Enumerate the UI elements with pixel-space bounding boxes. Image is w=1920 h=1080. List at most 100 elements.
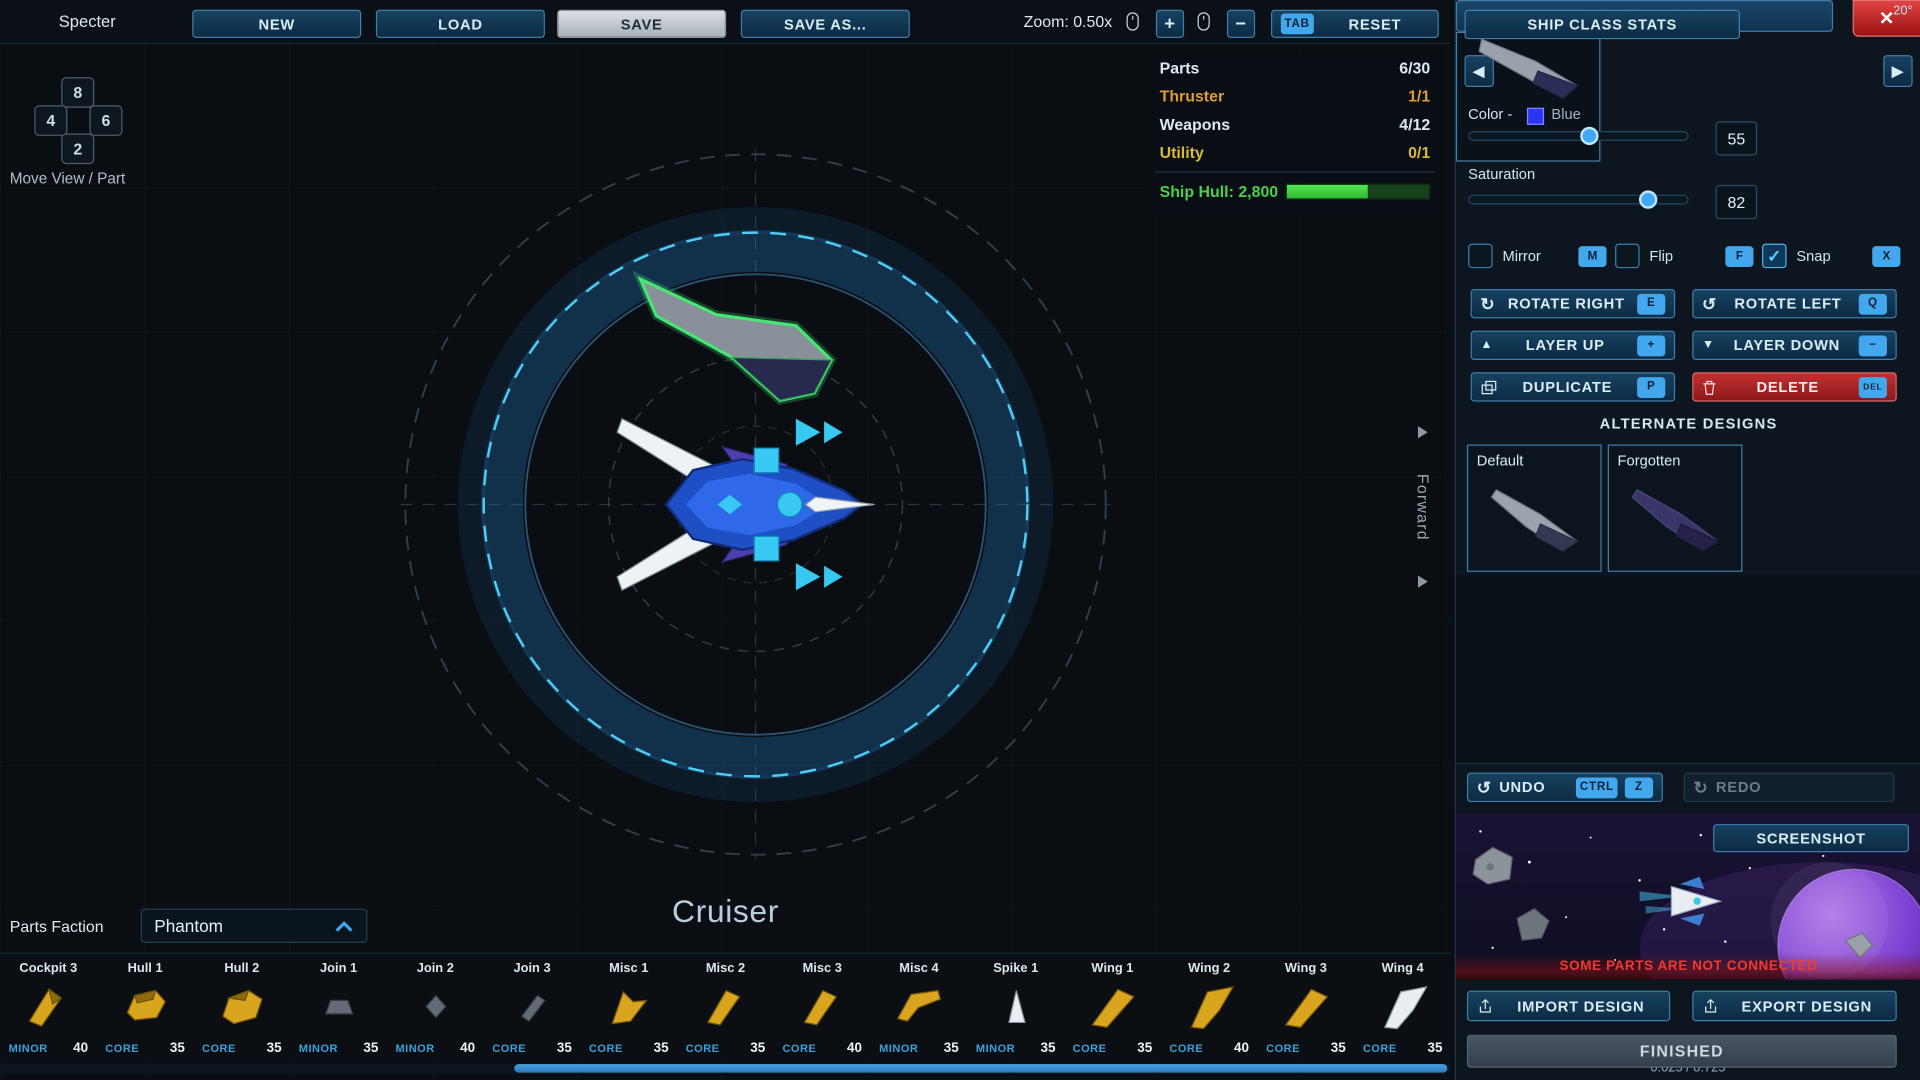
new-button[interactable]: NEW <box>192 10 361 38</box>
part-cost: 35 <box>750 1041 765 1056</box>
mouse-icon <box>1125 11 1140 32</box>
rotate-left-button[interactable]: ↺ ROTATE LEFT Q <box>1692 289 1896 318</box>
layer-up-button[interactable]: ▲ LAYER UP + <box>1471 331 1675 360</box>
color-swatch[interactable] <box>1527 108 1544 125</box>
saturation-label: Saturation <box>1468 165 1535 182</box>
part-tile-misc-4[interactable]: Misc 4MINOR35 <box>871 954 968 1063</box>
stat-row-weapons: Weapons 4/12 <box>1145 110 1445 138</box>
spike-part-icon <box>967 978 1064 1034</box>
part-name: Wing 2 <box>1161 961 1258 976</box>
stat-value: 0/1 <box>1408 143 1430 161</box>
part-badge: MINOR <box>879 1042 918 1054</box>
key-down-2: 2 <box>61 133 94 164</box>
hue-value: 55 <box>1716 121 1758 155</box>
design-thumb-default[interactable]: Default <box>1467 444 1602 571</box>
forward-label: Forward <box>1414 473 1432 540</box>
part-tile-misc-3[interactable]: Misc 3CORE40 <box>774 954 871 1063</box>
part-tile-misc-2[interactable]: Misc 2CORE35 <box>677 954 774 1063</box>
misc-part-icon <box>580 978 677 1034</box>
reset-view-button[interactable]: TAB RESET <box>1271 10 1439 38</box>
part-tile-misc-1[interactable]: Misc 1CORE35 <box>580 954 677 1063</box>
misc4-part-icon <box>871 978 968 1034</box>
editor-side-panel: SHIP CLASS STATS ✕ ◀ SLOT: WING 4 ▶ Colo… <box>1455 0 1920 1080</box>
part-tile-hull-2[interactable]: Hull 2CORE35 <box>193 954 290 1063</box>
join2-part-icon <box>387 978 484 1034</box>
part-cost: 40 <box>1234 1041 1249 1056</box>
part-tile-cockpit-3[interactable]: Cockpit 3MINOR40 <box>0 954 97 1063</box>
layer-up-label: LAYER UP <box>1501 337 1630 354</box>
part-badge: CORE <box>1073 1042 1107 1054</box>
part-tile-join-3[interactable]: Join 3CORE35 <box>484 954 581 1063</box>
selected-part-wing-4[interactable] <box>640 279 831 400</box>
undo-icon: ↺ <box>1477 779 1492 796</box>
part-meta: CORE40 <box>774 1041 871 1056</box>
delete-button[interactable]: DELETE DEL <box>1692 372 1896 401</box>
layer-down-label: LAYER DOWN <box>1722 337 1851 354</box>
part-cost: 35 <box>1137 1041 1152 1056</box>
trash-icon <box>1702 379 1717 395</box>
part-badge: CORE <box>492 1042 526 1054</box>
load-button[interactable]: LOAD <box>376 10 545 38</box>
misc2-part-icon <box>774 978 871 1034</box>
part-tile-wing-1[interactable]: Wing 1CORE35 <box>1064 954 1161 1063</box>
part-cost: 35 <box>363 1041 378 1056</box>
redo-button[interactable]: ↻ REDO <box>1684 773 1895 802</box>
flip-label: Flip <box>1649 247 1673 264</box>
parts-scrollbar-thumb[interactable] <box>514 1064 1447 1073</box>
import-label: IMPORT DESIGN <box>1501 997 1660 1014</box>
mirror-checkbox[interactable] <box>1468 244 1492 268</box>
ship-render[interactable] <box>617 419 874 590</box>
parts-list: Cockpit 3MINOR40Hull 1CORE35Hull 2CORE35… <box>0 953 1451 1063</box>
layer-down-button[interactable]: ▼ LAYER DOWN − <box>1692 331 1896 360</box>
hue-slider-handle[interactable] <box>1580 127 1598 145</box>
stat-row-utility: Utility 0/1 <box>1145 138 1445 166</box>
parts-not-connected-warning: SOME PARTS ARE NOT CONNECTED <box>1456 953 1920 980</box>
part-cost: 35 <box>557 1041 572 1056</box>
parts-faction-dropdown[interactable]: Phantom <box>141 909 368 943</box>
duplicate-button[interactable]: DUPLICATE P <box>1471 372 1675 401</box>
hull-label: Ship Hull: 2,800 <box>1160 182 1279 200</box>
saturation-slider[interactable] <box>1468 195 1688 205</box>
part-tile-join-1[interactable]: Join 1MINOR35 <box>290 954 387 1063</box>
part-cost: 35 <box>267 1041 282 1056</box>
key-left-4: 4 <box>34 105 67 136</box>
build-stats-panel: Parts 6/30 Thruster 1/1 Weapons 4/12 Uti… <box>1145 51 1445 215</box>
part-cost: 40 <box>73 1041 88 1056</box>
part-cost: 35 <box>1041 1041 1056 1056</box>
rotate-right-button[interactable]: ↻ ROTATE RIGHT E <box>1471 289 1675 318</box>
zoom-out-button[interactable]: − <box>1227 10 1255 38</box>
part-tile-wing-3[interactable]: Wing 3CORE35 <box>1258 954 1355 1063</box>
panel-spacer <box>1456 576 1920 763</box>
screenshot-button[interactable]: SCREENSHOT <box>1713 824 1909 852</box>
saturation-slider-handle[interactable] <box>1639 190 1657 208</box>
zoom-in-button[interactable]: + <box>1156 10 1184 38</box>
flip-checkbox[interactable] <box>1615 244 1639 268</box>
export-design-button[interactable]: EXPORT DESIGN <box>1692 991 1896 1022</box>
slot-next-button[interactable]: ▶ <box>1883 55 1912 87</box>
parts-scrollbar[interactable] <box>0 1063 1451 1074</box>
snap-checkbox[interactable]: ✓ <box>1762 244 1786 268</box>
part-tile-wing-4[interactable]: Wing 4CORE35 <box>1354 954 1451 1063</box>
hue-slider[interactable] <box>1468 131 1688 141</box>
part-tile-hull-1[interactable]: Hull 1CORE35 <box>97 954 194 1063</box>
part-tile-spike-1[interactable]: Spike 1MINOR35 <box>967 954 1064 1063</box>
delete-key-badge: DEL <box>1859 377 1887 398</box>
duplicate-label: DUPLICATE <box>1505 378 1630 395</box>
part-preview: 20° 0.025 / 0.725 <box>1456 32 1600 162</box>
import-icon <box>1477 998 1494 1014</box>
mirror-label: Mirror <box>1502 247 1540 264</box>
part-badge: CORE <box>686 1042 720 1054</box>
delete-label: DELETE <box>1724 378 1851 395</box>
save-button[interactable]: SAVE <box>557 10 726 38</box>
design-thumb-forgotten[interactable]: Forgotten <box>1608 444 1743 571</box>
hull-bar-fill <box>1287 185 1368 198</box>
import-design-button[interactable]: IMPORT DESIGN <box>1467 991 1670 1022</box>
part-cost: 35 <box>654 1041 669 1056</box>
part-name: Wing 3 <box>1258 961 1355 976</box>
part-tile-join-2[interactable]: Join 2MINOR40 <box>387 954 484 1063</box>
ship-editor: 8 4 6 2 Move View / Part Parts 6/30 Thru… <box>0 0 1920 1080</box>
save-as-button[interactable]: SAVE AS... <box>741 10 910 38</box>
undo-button[interactable]: ↺ UNDO CTRL Z <box>1467 773 1663 802</box>
finished-button[interactable]: FINISHED <box>1467 1035 1897 1068</box>
part-tile-wing-2[interactable]: Wing 2CORE40 <box>1161 954 1258 1063</box>
